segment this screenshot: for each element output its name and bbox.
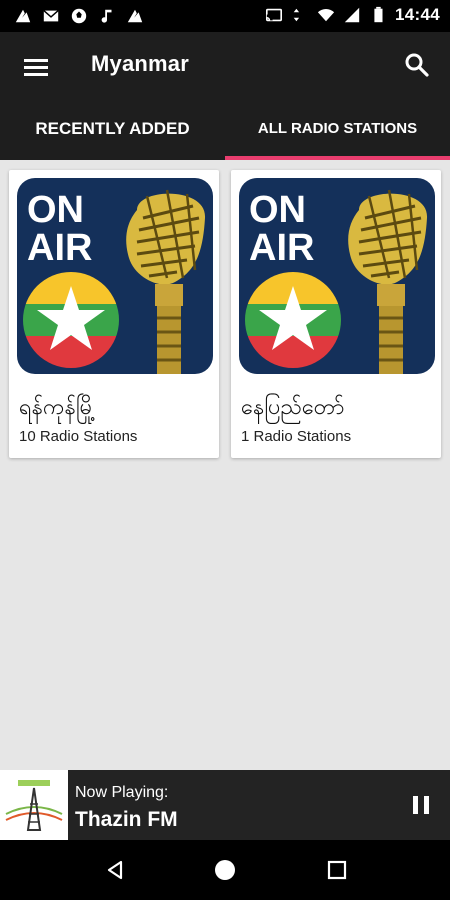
- notification-icons: [14, 6, 144, 26]
- search-icon[interactable]: [402, 50, 432, 80]
- soccer-icon: [71, 8, 87, 24]
- art-text-air: AIR: [249, 227, 314, 269]
- card-station-count: 1 Radio Stations: [241, 428, 352, 445]
- status-bar: 14:44: [0, 0, 450, 32]
- battery-icon: [374, 6, 383, 23]
- station-logo: [0, 770, 68, 840]
- system-icons: 14:44: [265, 5, 440, 25]
- tab-recently-added[interactable]: RECENTLY ADDED: [0, 100, 225, 160]
- status-time: 14:44: [395, 5, 440, 24]
- region-card-naypyidaw[interactable]: ON AIR နေပြည်တော် 1 Radio Stations: [231, 170, 441, 458]
- hamburger-menu-icon[interactable]: [18, 52, 54, 82]
- mail-icon: [43, 10, 59, 22]
- app-icon: [127, 9, 143, 23]
- art-text-on: ON: [249, 189, 306, 231]
- card-title: နေပြည်တော်: [241, 394, 345, 419]
- data-arrows-icon: [293, 8, 300, 22]
- app-bar: Myanmar RECENTLY ADDED ALL RADIO STATION…: [0, 32, 450, 160]
- app-icon: [15, 9, 31, 23]
- art-text-on: ON: [27, 189, 84, 231]
- music-note-icon: [101, 9, 112, 23]
- tab-indicator: [225, 156, 450, 160]
- card-station-count: 10 Radio Stations: [19, 428, 138, 445]
- on-air-microphone-artwork: ON AIR: [17, 178, 213, 374]
- card-title: ရန်ကုန်မြို့: [19, 394, 96, 419]
- region-card-yangon[interactable]: ON AIR ရန်ကုန်မြို့ 10 Radio Stations: [9, 170, 219, 458]
- recents-icon[interactable]: [326, 859, 348, 881]
- page-title: Myanmar: [91, 51, 189, 76]
- system-nav-bar: [0, 840, 450, 900]
- tab-all-radio-stations[interactable]: ALL RADIO STATIONS: [225, 100, 450, 160]
- cast-icon: [266, 8, 283, 22]
- on-air-microphone-artwork: ON AIR: [239, 178, 435, 374]
- wifi-icon: [317, 9, 335, 22]
- tab-bar: RECENTLY ADDED ALL RADIO STATIONS: [0, 100, 450, 160]
- pause-icon[interactable]: [410, 794, 432, 816]
- art-text-air: AIR: [27, 227, 92, 269]
- signal-icon: [344, 7, 360, 23]
- back-icon[interactable]: [104, 859, 126, 881]
- now-playing-bar[interactable]: Now Playing: Thazin FM: [0, 770, 450, 840]
- now-playing-station: Thazin FM: [75, 808, 178, 831]
- home-icon[interactable]: [213, 858, 237, 882]
- now-playing-caption: Now Playing:: [75, 784, 169, 801]
